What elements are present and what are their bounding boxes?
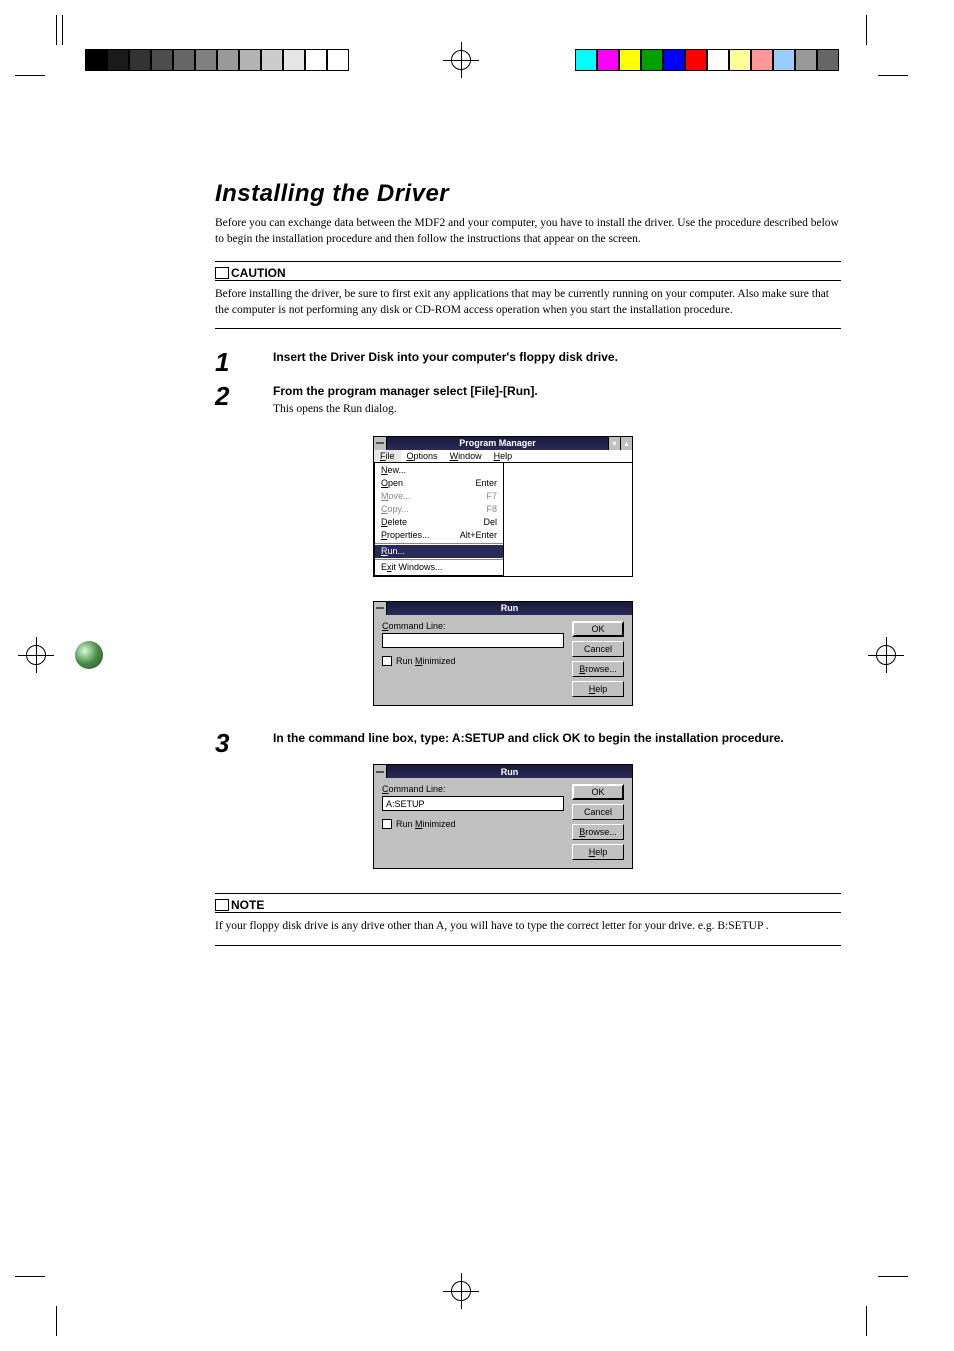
screenshot-run-dialog-filled: Run Command Line: Run Minimized OK Cance… (373, 764, 841, 869)
crop-mark (878, 75, 908, 76)
step-2: 2 From the program manager select [File]… (215, 383, 841, 418)
menu-item-run: Run... (375, 545, 503, 558)
color-swatches-left (85, 49, 349, 71)
crop-mark (56, 1306, 57, 1336)
divider (215, 261, 841, 262)
help-button: Help (572, 681, 624, 697)
step-1: 1 Insert the Driver Disk into your compu… (215, 349, 841, 365)
run-minimized-checkbox: Run Minimized (382, 656, 564, 666)
screenshot-program-manager: Program Manager ▾▴ File Options Window H… (373, 436, 841, 577)
crop-mark (62, 15, 63, 45)
command-line-input (382, 633, 564, 648)
menu-file: File (374, 450, 401, 462)
note-block: NOTE (215, 898, 841, 912)
step-body: This opens the Run dialog. (273, 403, 397, 415)
menu-window: Window (444, 450, 488, 462)
registration-mark-top (443, 42, 479, 78)
system-menu-icon (374, 602, 387, 615)
note-label: NOTE (231, 898, 264, 912)
step-title: From the program manager select [File]-[… (273, 383, 841, 399)
menu-bar: File Options Window Help (374, 450, 632, 463)
step-number: 2 (215, 379, 229, 414)
step-title: Insert the Driver Disk into your compute… (273, 349, 841, 365)
ok-button: OK (572, 621, 624, 637)
caution-label: CAUTION (231, 266, 286, 280)
help-button: Help (572, 844, 624, 860)
system-menu-icon (374, 437, 387, 450)
caution-body: Before installing the driver, be sure to… (215, 281, 841, 328)
registration-mark-left (18, 637, 54, 673)
note-body: If your floppy disk drive is any drive o… (215, 913, 841, 945)
menu-help: Help (488, 450, 519, 462)
maximize-icon: ▴ (620, 437, 632, 450)
intro-text: Before you can exchange data between the… (215, 216, 841, 247)
menu-item-exit: Exit Windows... (375, 561, 503, 574)
step-number: 3 (215, 726, 229, 761)
step-number: 1 (215, 345, 229, 380)
command-line-label: Command Line: (382, 621, 564, 631)
crop-mark (56, 15, 57, 45)
checkbox-icon (382, 656, 392, 666)
divider (215, 945, 841, 946)
step-list: 1 Insert the Driver Disk into your compu… (215, 349, 841, 869)
cancel-button: Cancel (572, 641, 624, 657)
window-title: Program Manager (387, 438, 608, 448)
menu-item-move: Move...F7 (375, 490, 503, 503)
command-line-label: Command Line: (382, 784, 564, 794)
page-content: Installing the Driver Before you can exc… (215, 180, 841, 946)
menu-item-delete: DeleteDel (375, 516, 503, 529)
browse-button: Browse... (572, 661, 624, 677)
menu-item-new: New... (375, 464, 503, 477)
screenshot-run-dialog-empty: Run Command Line: Run Minimized OK Cance… (373, 601, 841, 706)
crop-mark (878, 1276, 908, 1277)
color-swatches-right (575, 49, 839, 71)
ok-button: OK (572, 784, 624, 800)
command-line-input (382, 796, 564, 811)
decorative-ball-icon (75, 641, 103, 669)
registration-mark-bottom (443, 1273, 479, 1309)
window-title: Run (387, 603, 632, 613)
menu-options: Options (401, 450, 444, 462)
caution-icon (215, 267, 229, 279)
checkbox-icon (382, 819, 392, 829)
browse-button: Browse... (572, 824, 624, 840)
caution-block: CAUTION (215, 266, 841, 280)
crop-mark (15, 75, 45, 76)
window-title: Run (387, 767, 632, 777)
step-title: In the command line box, type: A:SETUP a… (273, 730, 841, 746)
cancel-button: Cancel (572, 804, 624, 820)
registration-mark-right (868, 637, 904, 673)
crop-mark (15, 1276, 45, 1277)
divider (215, 893, 841, 894)
page-title: Installing the Driver (215, 180, 841, 208)
menu-item-open: OpenEnter (375, 477, 503, 490)
divider (215, 328, 841, 329)
menu-item-copy: Copy...F8 (375, 503, 503, 516)
crop-mark (866, 15, 867, 45)
file-menu-dropdown: New... OpenEnter Move...F7 Copy...F8 Del… (374, 463, 504, 576)
note-icon (215, 899, 229, 911)
system-menu-icon (374, 765, 387, 778)
step-3: 3 In the command line box, type: A:SETUP… (215, 730, 841, 746)
minimize-icon: ▾ (608, 437, 620, 450)
run-minimized-checkbox: Run Minimized (382, 819, 564, 829)
crop-mark (866, 1306, 867, 1336)
menu-item-properties: Properties...Alt+Enter (375, 529, 503, 542)
